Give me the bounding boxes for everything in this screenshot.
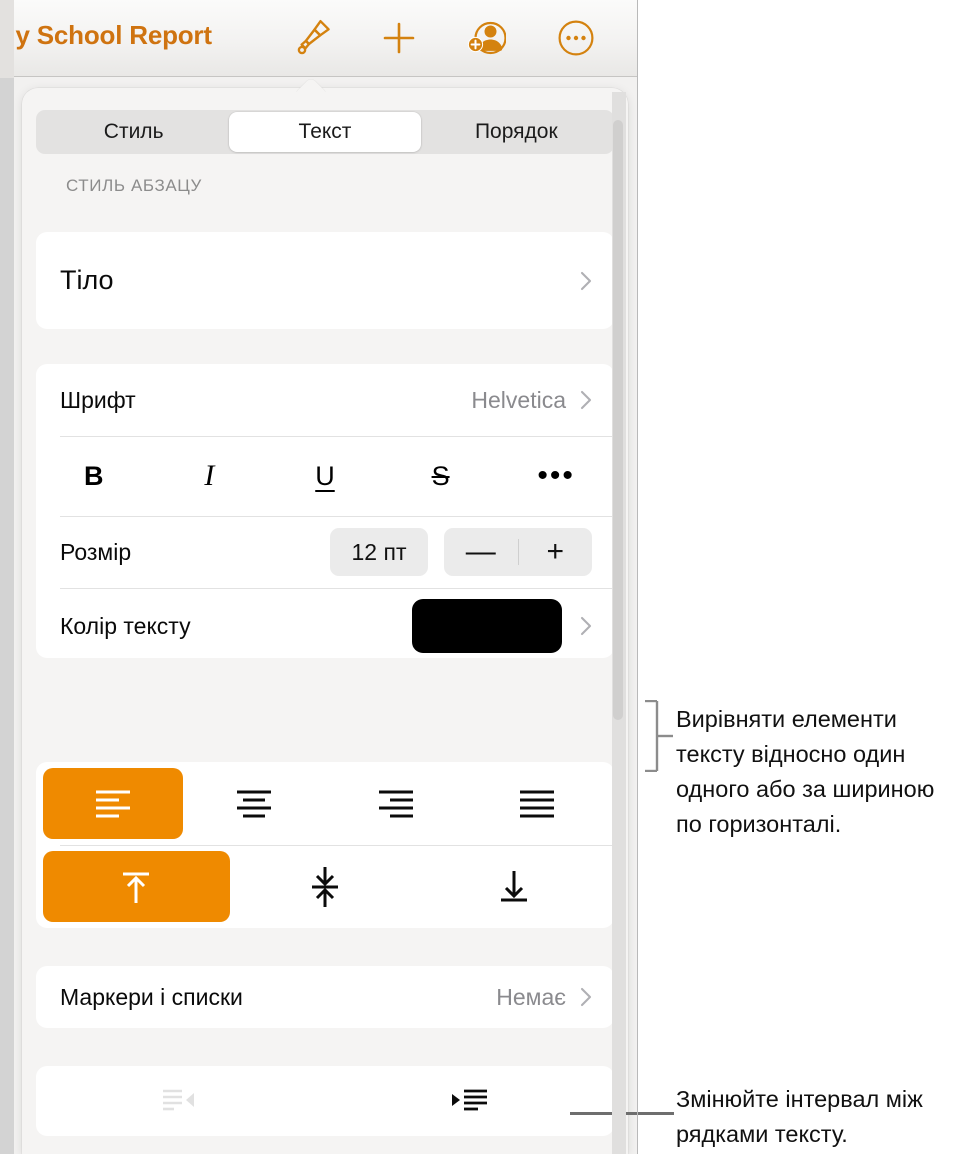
font-size-decrement-button[interactable]: —: [444, 528, 518, 576]
more-options-button[interactable]: [549, 12, 603, 64]
ellipsis-circle-icon: [558, 20, 594, 56]
indent-icon: [451, 1089, 487, 1111]
font-size-label: Розмір: [60, 538, 132, 565]
paragraph-style-row[interactable]: Тіло: [36, 232, 614, 329]
font-style-row: B I U S •••: [36, 436, 614, 516]
paragraph-style-section-label: СТИЛЬ АБЗАЦУ: [66, 176, 202, 195]
align-justify-button[interactable]: [468, 768, 608, 839]
popover-scrollbar-thumb[interactable]: [613, 120, 623, 720]
italic-button[interactable]: I: [152, 436, 268, 516]
strikethrough-button[interactable]: S: [383, 436, 499, 516]
collaborate-button[interactable]: [459, 12, 513, 64]
horizontal-alignment-row: [36, 762, 614, 845]
font-row[interactable]: Шрифт Helvetica: [36, 364, 614, 436]
indent-row: [36, 1066, 614, 1136]
add-person-icon: [467, 21, 506, 55]
insert-button[interactable]: [372, 12, 426, 64]
align-top-button[interactable]: [43, 851, 230, 922]
popover-tail: [294, 76, 328, 92]
font-size-stepper: — +: [444, 528, 592, 576]
tab-text[interactable]: Текст: [229, 112, 421, 152]
document-title: My School Report: [0, 20, 212, 50]
text-color-label: Колір тексту: [60, 612, 191, 639]
align-right-button[interactable]: [326, 768, 466, 839]
text-color-swatch[interactable]: [412, 599, 562, 653]
bullets-and-lists-value: Немає: [496, 983, 566, 1010]
align-bottom-icon: [500, 870, 527, 901]
font-value: Helvetica: [471, 386, 566, 413]
bullets-and-lists-card: Маркери і списки Немає: [36, 966, 614, 1028]
font-card: Шрифт Helvetica B I U S ••• Розмір 12 пт…: [36, 364, 614, 658]
align-center-button[interactable]: [185, 768, 325, 839]
alignment-card: [36, 762, 614, 928]
left-edge-strip: [0, 0, 14, 1154]
paintbrush-icon: [297, 20, 330, 55]
format-popover-window: My School Report Стиль Текст Порядок СТИ…: [0, 0, 638, 1154]
font-size-value[interactable]: 12 пт: [330, 528, 428, 576]
alignment-callout-bracket: [645, 700, 673, 772]
align-top-icon: [123, 872, 150, 903]
underline-button[interactable]: U: [267, 436, 383, 516]
font-size-increment-button[interactable]: +: [519, 528, 593, 576]
paragraph-style-card: Тіло: [36, 232, 614, 329]
text-format-popover: Стиль Текст Порядок СТИЛЬ АБЗАЦУ Тіло Шр…: [22, 88, 628, 1154]
plus-icon: [383, 22, 415, 54]
format-tabs: Стиль Текст Порядок: [36, 110, 614, 154]
align-middle-icon: [312, 866, 338, 907]
tab-arrange[interactable]: Порядок: [421, 112, 612, 152]
align-center-icon: [237, 790, 272, 817]
align-left-icon: [95, 790, 130, 817]
vertical-alignment-row: [36, 845, 614, 928]
font-size-row: Розмір 12 пт — +: [36, 516, 614, 588]
app-toolbar: My School Report: [0, 0, 638, 77]
outdent-button[interactable]: [36, 1066, 325, 1136]
tab-style[interactable]: Стиль: [38, 112, 229, 152]
align-bottom-button[interactable]: [420, 851, 607, 922]
bullets-and-lists-label: Маркери і списки: [60, 983, 243, 1010]
paragraph-style-value: Тіло: [60, 265, 114, 295]
align-left-button[interactable]: [43, 768, 183, 839]
font-label: Шрифт: [60, 386, 136, 413]
window-right-border: [637, 0, 638, 1154]
align-right-icon: [378, 790, 413, 817]
alignment-callout-text: Вирівняти елементи тексту відносно один …: [676, 706, 935, 837]
align-middle-button[interactable]: [232, 851, 419, 922]
format-paintbrush-button[interactable]: [286, 12, 340, 64]
bold-button[interactable]: B: [36, 436, 152, 516]
indent-card: [36, 1066, 614, 1136]
text-color-row[interactable]: Колір тексту: [36, 588, 614, 664]
outdent-icon: [162, 1089, 194, 1111]
chevron-right-icon: [580, 390, 592, 410]
chevron-right-icon: [580, 987, 592, 1007]
spacing-callout-text: Змінюйте інтервал між рядками тексту.: [676, 1086, 923, 1147]
bullets-and-lists-row[interactable]: Маркери і списки Немає: [36, 966, 614, 1028]
more-text-options-button[interactable]: •••: [498, 436, 614, 516]
chevron-right-icon: [580, 271, 592, 290]
left-edge-strip-top: [0, 0, 14, 78]
align-justify-icon: [520, 790, 555, 817]
chevron-right-icon: [580, 616, 592, 636]
indent-button[interactable]: [325, 1066, 614, 1136]
